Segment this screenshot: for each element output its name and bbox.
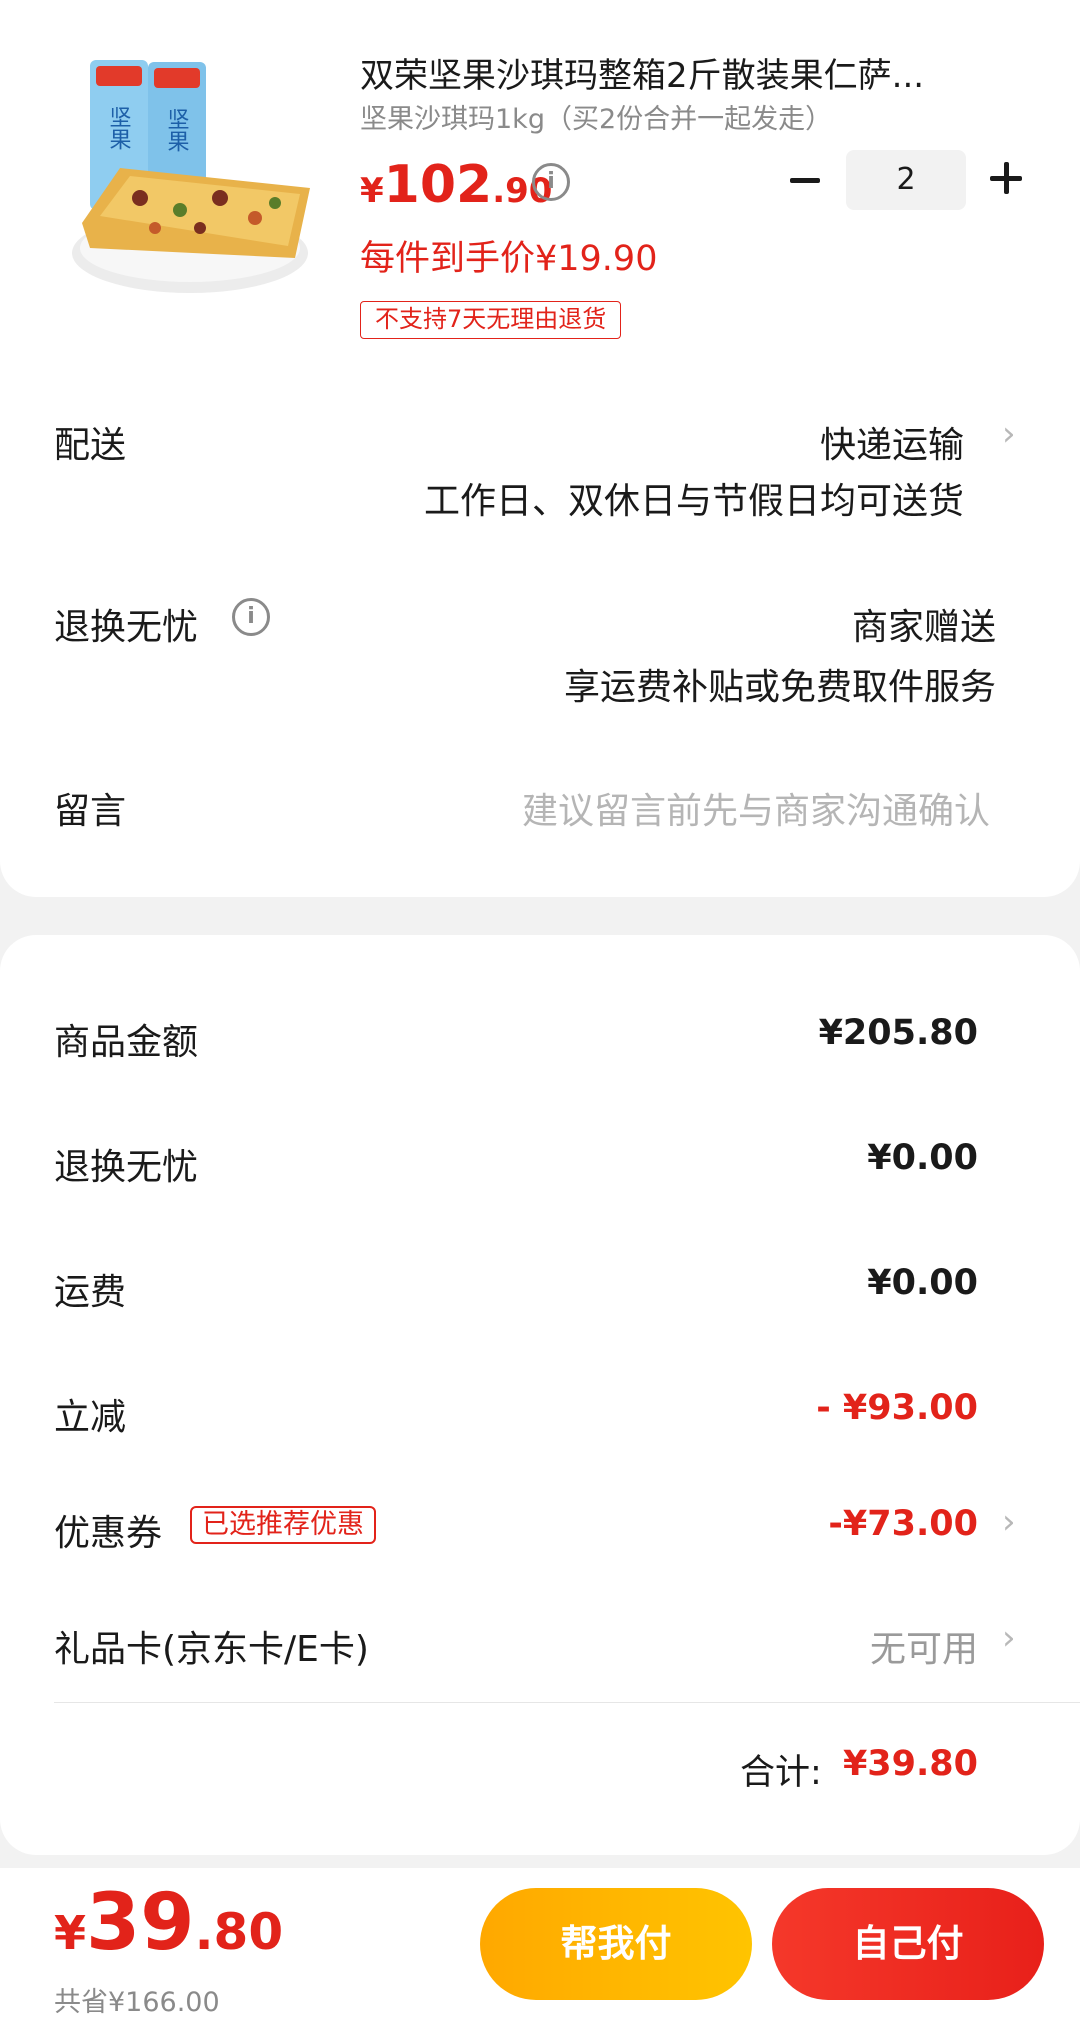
return-service-provider: 商家赠送 bbox=[851, 607, 996, 648]
chevron-right-icon[interactable]: › bbox=[1002, 1502, 1016, 1542]
product-spec: 坚果沙琪玛1kg（买2份合并一起发走） bbox=[360, 104, 833, 135]
total-label: 合计: bbox=[740, 1753, 822, 1793]
product-card: 坚果 坚果 双荣坚果沙琪玛整箱2斤散装果仁萨... 坚果沙琪玛1kg（买2份合并… bbox=[0, 0, 1080, 897]
delivery-method[interactable]: 快递运输 bbox=[820, 416, 964, 468]
product-title[interactable]: 双荣坚果沙琪玛整箱2斤散装果仁萨... bbox=[360, 48, 1000, 97]
message-input[interactable]: 建议留言前先与商家沟通确认 bbox=[522, 782, 990, 834]
total-value: ¥39.80 bbox=[842, 1744, 978, 1784]
chevron-right-icon[interactable]: › bbox=[1002, 414, 1016, 454]
coupon-value[interactable]: -¥73.00 bbox=[828, 1504, 978, 1544]
delivery-note: 工作日、双休日与节假日均可送货 bbox=[423, 481, 964, 522]
final-price-currency: ¥ bbox=[54, 1906, 87, 1960]
goods-amount-label: 商品金额 bbox=[54, 1022, 199, 1063]
quantity-stepper[interactable]: 2 bbox=[846, 150, 966, 210]
plus-icon[interactable] bbox=[988, 160, 1024, 196]
self-pay-button[interactable]: 自己付 bbox=[772, 1888, 1044, 2000]
return-policy-tag: 不支持7天无理由退货 bbox=[360, 301, 622, 339]
price-integer: 102 bbox=[383, 155, 493, 215]
message-label: 留言 bbox=[54, 791, 127, 832]
price-currency: ¥ bbox=[360, 171, 384, 211]
final-price-integer: 39 bbox=[86, 1878, 195, 1968]
delivery-label: 配送 bbox=[54, 425, 127, 466]
coupon-tag: 已选推荐优惠 bbox=[190, 1506, 376, 1544]
shipping-value: ¥0.00 bbox=[867, 1263, 978, 1303]
final-price: ¥39.80 bbox=[54, 1878, 283, 1968]
shipping-label: 运费 bbox=[54, 1272, 127, 1313]
product-price: ¥102.90 bbox=[360, 155, 552, 215]
return-service-label: 退换无忧 bbox=[54, 607, 199, 648]
info-icon[interactable]: i bbox=[532, 163, 570, 201]
unit-price: 每件到手价¥19.90 bbox=[360, 239, 658, 279]
return-fee-label: 退换无忧 bbox=[54, 1147, 199, 1188]
giftcard-label[interactable]: 礼品卡(京东卡/E卡) bbox=[54, 1620, 369, 1672]
bottom-bar: ¥39.80 共省¥166.00 帮我付 自己付 bbox=[0, 1868, 1080, 2028]
package-label: 坚果 bbox=[164, 108, 190, 152]
discount-value: - ¥93.00 bbox=[816, 1388, 978, 1428]
saved-amount: 共省¥166.00 bbox=[54, 1987, 220, 2018]
giftcard-value[interactable]: 无可用 bbox=[870, 1620, 978, 1672]
return-fee-value: ¥0.00 bbox=[867, 1138, 978, 1178]
package-label: 坚果 bbox=[106, 106, 132, 150]
minus-icon[interactable] bbox=[788, 152, 824, 208]
final-price-decimal: .80 bbox=[194, 1903, 284, 1961]
help-pay-button[interactable]: 帮我付 bbox=[480, 1888, 752, 2000]
coupon-label[interactable]: 优惠券 bbox=[54, 1504, 162, 1556]
chevron-right-icon[interactable]: › bbox=[1002, 1618, 1016, 1658]
discount-label: 立减 bbox=[54, 1397, 127, 1438]
summary-divider bbox=[54, 1702, 1080, 1703]
goods-amount-value: ¥205.80 bbox=[818, 1013, 978, 1053]
info-icon[interactable]: i bbox=[232, 598, 270, 636]
return-service-desc: 享运费补贴或免费取件服务 bbox=[563, 667, 996, 708]
product-image[interactable]: 坚果 坚果 bbox=[60, 48, 320, 308]
